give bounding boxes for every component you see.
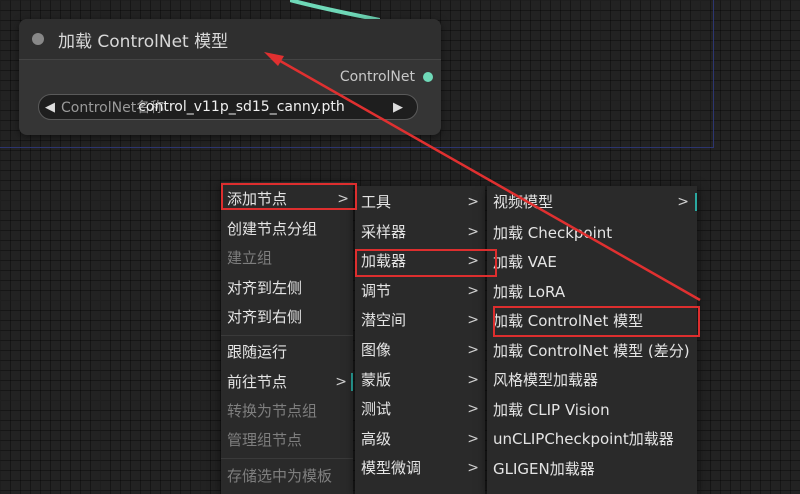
menu-item-align-right[interactable]: 对齐到右侧: [221, 304, 353, 330]
loader-vae[interactable]: 加载 VAE: [487, 249, 697, 275]
menu-item-label: 视频模型: [493, 193, 554, 211]
add-node-submenu: 工具 > 采样器 > 加载器 > 调节 > 潜空间 > 图像 > 蒙版 > 测试…: [355, 186, 485, 494]
menu-item-create-group[interactable]: 建立组: [221, 245, 353, 271]
chevron-right-icon: >: [467, 431, 479, 447]
controlnet-name-combo[interactable]: ◀ ControlNet名称 control_v11p_sd15_canny.p…: [38, 94, 418, 120]
output-slot[interactable]: ControlNet: [340, 69, 433, 85]
loader-gligen[interactable]: GLIGEN加载器: [487, 456, 697, 482]
highlight-loaders: [355, 249, 497, 277]
menu-item-label: 加载 Checkpoint: [493, 224, 613, 242]
loader-lora[interactable]: 加载 LoRA: [487, 279, 697, 305]
menu-item-label: 调节: [361, 282, 392, 300]
menu-item-go-to-node[interactable]: 前往节点 >: [221, 369, 353, 395]
menu-item-label: unCLIPCheckpoint加载器: [493, 430, 674, 448]
menu-item-label: 图像: [361, 341, 392, 359]
node-title: 加载 ControlNet 模型: [58, 31, 229, 52]
menu-separator: [221, 458, 353, 459]
menu-item-label: 高级: [361, 430, 392, 448]
loader-clip-vision[interactable]: 加载 CLIP Vision: [487, 397, 697, 423]
menu-item-follow-execution[interactable]: 跟随运行: [221, 339, 353, 365]
loader-checkpoint[interactable]: 加载 Checkpoint: [487, 220, 697, 246]
category-image[interactable]: 图像 >: [355, 337, 485, 363]
menu-item-label: 跟随运行: [227, 343, 288, 361]
highlight-add-node: [221, 183, 357, 210]
category-conditioning[interactable]: 调节 >: [355, 278, 485, 304]
category-mask[interactable]: 蒙版 >: [355, 367, 485, 393]
output-label: ControlNet: [339, 69, 415, 85]
loader-video-models[interactable]: 视频模型 >: [487, 189, 697, 215]
menu-item-label: 对齐到左侧: [227, 279, 303, 297]
loader-controlnet-diff[interactable]: 加载 ControlNet 模型 (差分): [487, 338, 697, 364]
menu-item-convert-to-group-node[interactable]: 转换为节点组: [221, 398, 353, 424]
category-testing[interactable]: 测试 >: [355, 396, 485, 422]
menu-item-label: 前往节点: [227, 373, 288, 391]
widget-value: control_v11p_sd15_canny.pth: [138, 99, 345, 115]
collapse-dot-icon[interactable]: [32, 33, 44, 45]
menu-item-label: 测试: [361, 400, 392, 418]
menu-item-label: 加载 LoRA: [493, 283, 566, 301]
chevron-right-icon: >: [467, 224, 479, 240]
menu-item-label: 管理组节点: [227, 431, 303, 449]
chevron-right-icon: >: [467, 372, 479, 388]
menu-item-label: 模型微调: [361, 459, 422, 477]
canvas-context-menu: 添加节点 > 创建节点分组 建立组 对齐到左侧 对齐到右侧 跟随运行 前往节点 …: [221, 182, 353, 494]
menu-item-label: 转换为节点组: [227, 402, 318, 420]
submenu-indicator: [351, 373, 353, 391]
left-arrow-icon[interactable]: ◀: [39, 100, 61, 115]
chevron-right-icon: >: [335, 374, 347, 390]
category-sampling[interactable]: 采样器 >: [355, 219, 485, 245]
menu-item-create-group-node[interactable]: 创建节点分组: [221, 216, 353, 242]
link-wire: [290, 0, 380, 20]
menu-item-label: 建立组: [227, 249, 273, 267]
right-arrow-icon[interactable]: ▶: [387, 100, 409, 115]
chevron-right-icon: >: [467, 194, 479, 210]
controlnet-loader-node[interactable]: 加载 ControlNet 模型 ControlNet ◀ ControlNet…: [19, 19, 441, 135]
loaders-submenu: 视频模型 > 加载 Checkpoint 加载 VAE 加载 LoRA 加载 C…: [487, 186, 697, 494]
menu-item-label: 采样器: [361, 223, 407, 241]
menu-item-label: 加载 ControlNet 模型 (差分): [493, 342, 690, 360]
chevron-right-icon: >: [467, 342, 479, 358]
chevron-right-icon: >: [467, 312, 479, 328]
menu-item-save-as-template[interactable]: 存储选中为模板: [221, 463, 353, 489]
chevron-right-icon: >: [467, 460, 479, 476]
menu-item-label: 潜空间: [361, 311, 407, 329]
loader-style-model[interactable]: 风格模型加载器: [487, 367, 697, 393]
menu-item-label: 加载 CLIP Vision: [493, 401, 610, 419]
category-latent[interactable]: 潜空间 >: [355, 307, 485, 333]
menu-item-label: 工具: [361, 193, 392, 211]
highlight-controlnet-loader: [493, 306, 700, 337]
menu-item-label: 加载 VAE: [493, 253, 557, 271]
chevron-right-icon: >: [467, 401, 479, 417]
category-advanced[interactable]: 高级 >: [355, 426, 485, 452]
submenu-indicator: [695, 193, 697, 211]
node-header[interactable]: 加载 ControlNet 模型: [19, 19, 441, 60]
menu-item-label: 存储选中为模板: [227, 467, 333, 485]
chevron-right-icon: >: [677, 194, 689, 210]
menu-item-label: GLIGEN加载器: [493, 460, 595, 478]
output-dot-icon[interactable]: [423, 72, 433, 82]
menu-item-label: 对齐到右侧: [227, 308, 303, 326]
loader-unclip-checkpoint[interactable]: unCLIPCheckpoint加载器: [487, 426, 697, 452]
menu-item-manage-group-nodes[interactable]: 管理组节点: [221, 427, 353, 453]
category-utils[interactable]: 工具 >: [355, 189, 485, 215]
chevron-right-icon: >: [467, 283, 479, 299]
menu-item-label: 蒙版: [361, 371, 392, 389]
menu-separator: [221, 335, 353, 336]
menu-item-label: 创建节点分组: [227, 220, 318, 238]
menu-item-align-left[interactable]: 对齐到左侧: [221, 275, 353, 301]
category-model-patches[interactable]: 模型微调 >: [355, 455, 485, 481]
menu-item-label: 风格模型加载器: [493, 371, 599, 389]
